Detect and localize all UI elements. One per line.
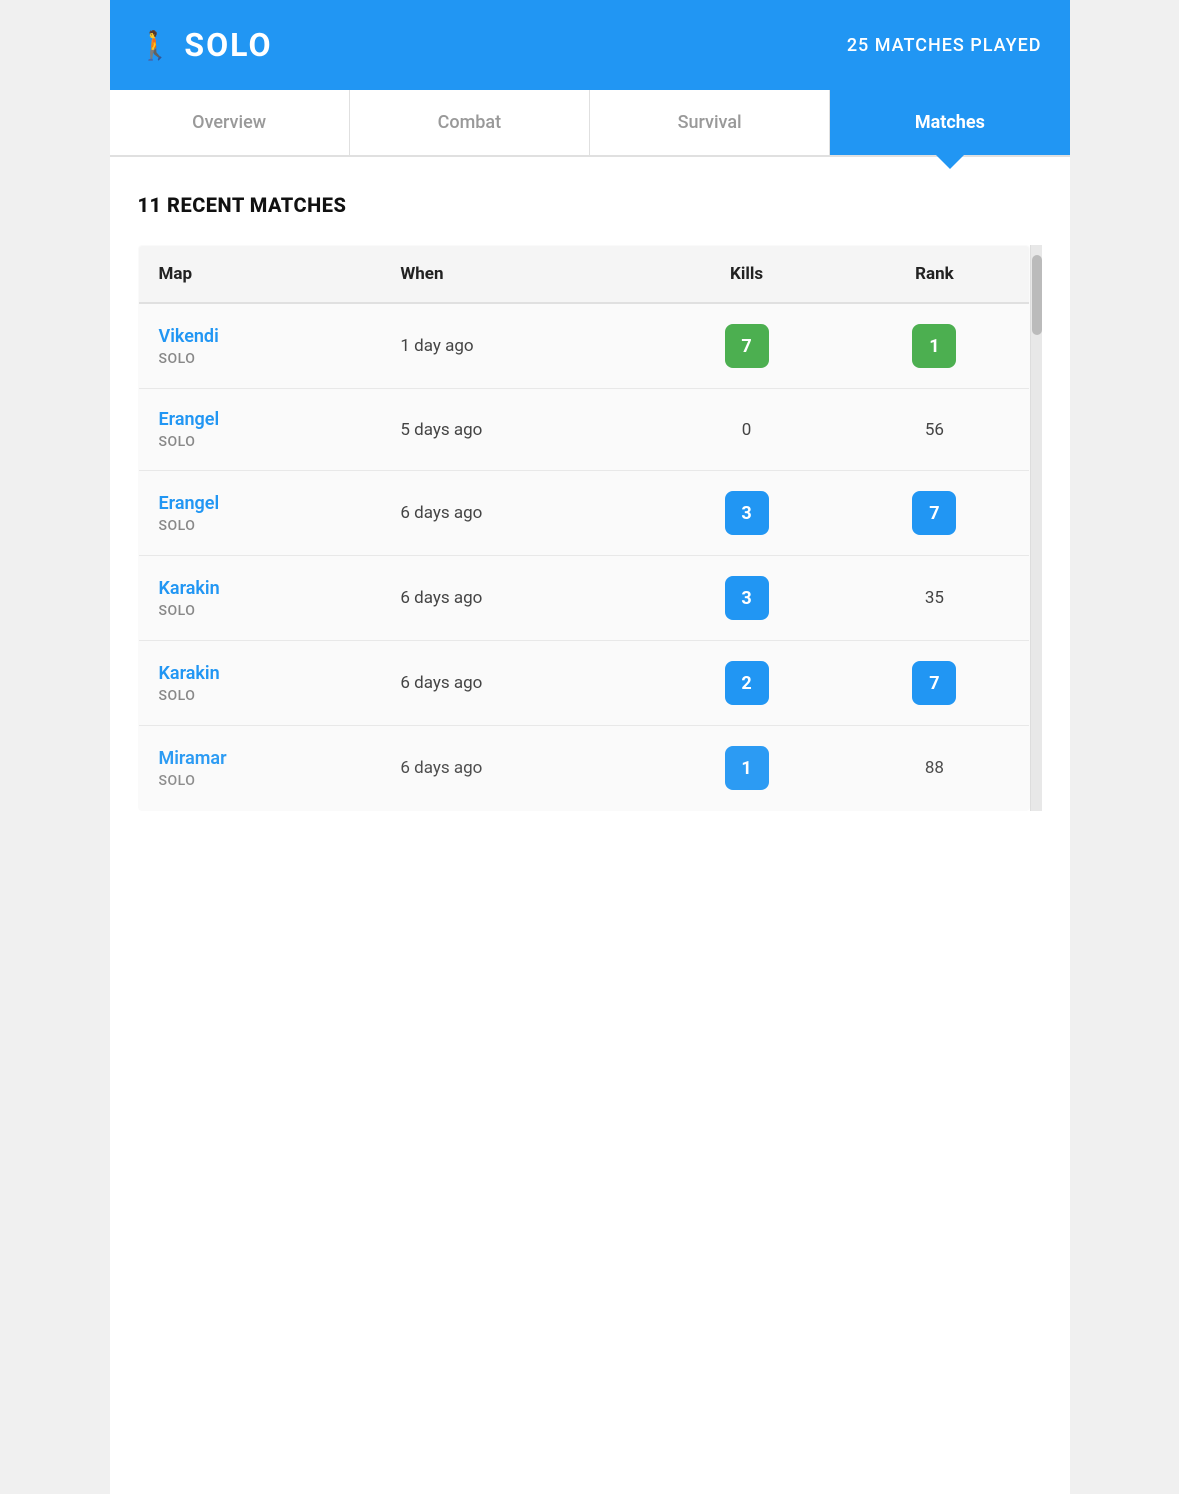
map-mode: SOLO (159, 518, 361, 534)
cell-kills: 2 (653, 641, 841, 726)
map-mode: SOLO (159, 434, 361, 450)
cell-when: 6 days ago (380, 641, 652, 726)
cell-map: Karakin SOLO (138, 641, 380, 726)
rank-value: 56 (860, 420, 1008, 440)
tab-combat[interactable]: Combat (350, 90, 590, 155)
map-name-link[interactable]: Vikendi (159, 326, 361, 347)
app-wrapper: 🚶 SOLO 25 MATCHES PLAYED Overview Combat… (110, 0, 1070, 1494)
cell-rank: 1 (840, 303, 1029, 389)
rank-badge: 7 (912, 661, 956, 705)
cell-map: Miramar SOLO (138, 726, 380, 811)
cell-when: 6 days ago (380, 726, 652, 811)
cell-kills: 0 (653, 389, 841, 471)
cell-when: 6 days ago (380, 471, 652, 556)
table-row[interactable]: Vikendi SOLO 1 day ago 7 1 (138, 303, 1029, 389)
cell-when: 6 days ago (380, 556, 652, 641)
scrollbar-track[interactable] (1030, 245, 1042, 811)
map-name-link[interactable]: Miramar (159, 748, 361, 769)
cell-map: Erangel SOLO (138, 471, 380, 556)
rank-badge: 1 (912, 324, 956, 368)
kills-badge: 2 (725, 661, 769, 705)
col-header-rank: Rank (840, 246, 1029, 304)
map-mode: SOLO (159, 773, 361, 789)
map-name-link[interactable]: Erangel (159, 493, 361, 514)
when-text: 6 days ago (400, 673, 482, 693)
cell-when: 5 days ago (380, 389, 652, 471)
scroll-area: Map When Kills Rank Vikendi SOLO 1 day a… (138, 245, 1030, 811)
kills-value: 0 (673, 420, 821, 440)
kills-badge: 3 (725, 576, 769, 620)
cell-rank: 7 (840, 641, 1029, 726)
rank-value: 88 (860, 758, 1008, 778)
tabs-container: Overview Combat Survival Matches (110, 90, 1070, 157)
rank-value: 35 (860, 588, 1008, 608)
solo-icon: 🚶 (138, 29, 173, 62)
col-header-when: When (380, 246, 652, 304)
cell-rank: 56 (840, 389, 1029, 471)
rank-badge: 7 (912, 491, 956, 535)
when-text: 5 days ago (400, 420, 482, 440)
kills-badge: 7 (725, 324, 769, 368)
cell-rank: 88 (840, 726, 1029, 811)
table-row[interactable]: Erangel SOLO 6 days ago 3 7 (138, 471, 1029, 556)
section-title: 11 RECENT MATCHES (138, 193, 1042, 217)
col-header-map: Map (138, 246, 380, 304)
header-left: 🚶 SOLO (138, 26, 273, 64)
table-row[interactable]: Erangel SOLO 5 days ago 0 56 (138, 389, 1029, 471)
tab-matches[interactable]: Matches (830, 90, 1069, 155)
cell-map: Vikendi SOLO (138, 303, 380, 389)
kills-badge: 1 (725, 746, 769, 790)
cell-when: 1 day ago (380, 303, 652, 389)
tab-survival[interactable]: Survival (590, 90, 830, 155)
cell-map: Erangel SOLO (138, 389, 380, 471)
table-row[interactable]: Karakin SOLO 6 days ago 3 35 (138, 556, 1029, 641)
when-text: 6 days ago (400, 503, 482, 523)
table-header-row: Map When Kills Rank (138, 246, 1029, 304)
matches-table: Map When Kills Rank Vikendi SOLO 1 day a… (138, 245, 1030, 811)
map-name-link[interactable]: Karakin (159, 663, 361, 684)
cell-kills: 1 (653, 726, 841, 811)
map-mode: SOLO (159, 603, 361, 619)
cell-kills: 3 (653, 556, 841, 641)
map-name-link[interactable]: Karakin (159, 578, 361, 599)
main-content: 11 RECENT MATCHES Map When Kills Rank Vi… (110, 157, 1070, 847)
table-row[interactable]: Karakin SOLO 6 days ago 2 7 (138, 641, 1029, 726)
header-title: SOLO (184, 26, 272, 64)
matches-played-label: 25 MATCHES PLAYED (847, 35, 1042, 56)
when-text: 6 days ago (400, 588, 482, 608)
col-header-kills: Kills (653, 246, 841, 304)
map-name-link[interactable]: Erangel (159, 409, 361, 430)
scrollbar-thumb[interactable] (1032, 255, 1042, 335)
cell-rank: 7 (840, 471, 1029, 556)
map-mode: SOLO (159, 351, 361, 367)
content-with-scrollbar: Map When Kills Rank Vikendi SOLO 1 day a… (138, 245, 1042, 811)
kills-badge: 3 (725, 491, 769, 535)
header: 🚶 SOLO 25 MATCHES PLAYED (110, 0, 1070, 90)
cell-kills: 7 (653, 303, 841, 389)
table-row[interactable]: Miramar SOLO 6 days ago 1 88 (138, 726, 1029, 811)
map-mode: SOLO (159, 688, 361, 704)
tab-overview[interactable]: Overview (110, 90, 350, 155)
cell-kills: 3 (653, 471, 841, 556)
cell-map: Karakin SOLO (138, 556, 380, 641)
when-text: 1 day ago (400, 336, 473, 356)
cell-rank: 35 (840, 556, 1029, 641)
when-text: 6 days ago (400, 758, 482, 778)
